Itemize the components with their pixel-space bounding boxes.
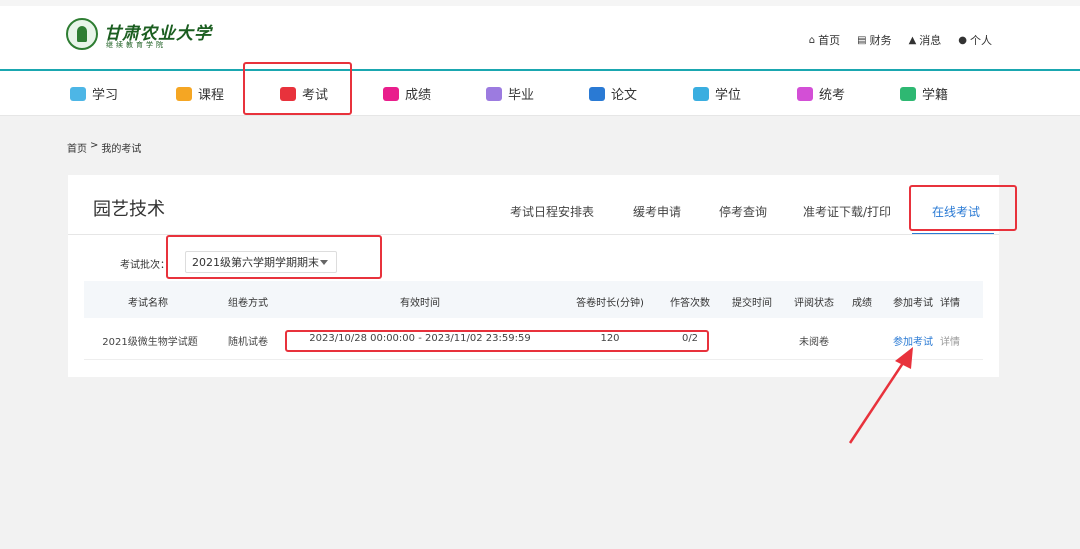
nav-item-label: 课程 bbox=[198, 88, 225, 103]
mortarboard-icon bbox=[693, 86, 709, 101]
join-exam-link[interactable]: 参加考试 bbox=[893, 333, 933, 348]
cell-review-status: 未阅卷 bbox=[799, 337, 829, 348]
col-submit-time: 提交时间 bbox=[732, 298, 772, 309]
finance-icon: ▤ bbox=[857, 34, 867, 46]
nav-item-label: 学习 bbox=[92, 88, 119, 103]
cell-duration: 120 bbox=[600, 333, 620, 344]
unified-exam-icon bbox=[797, 86, 813, 101]
exam-pencil-icon bbox=[280, 86, 296, 101]
top-link-label: 首页 bbox=[818, 34, 841, 47]
nav-item-student-status[interactable]: 学籍 bbox=[900, 71, 948, 116]
nav-item-study[interactable]: 学习 bbox=[70, 71, 118, 116]
nav-item-graduation[interactable]: 毕业 bbox=[486, 71, 534, 116]
exam-card: 园艺技术 考试日程安排表 缓考申请 停考查询 准考证下载/打印 在线考试 考试批… bbox=[68, 175, 999, 377]
col-method: 组卷方式 bbox=[228, 298, 268, 309]
top-link-personal[interactable]: ● 个人 bbox=[958, 32, 992, 48]
university-logo[interactable]: 甘肃农业大学 继续教育学院 bbox=[66, 16, 211, 52]
col-exam-name: 考试名称 bbox=[128, 298, 168, 309]
top-links: ⌂ 首页 ▤ 财务 ▲ 消息 ● 个人 bbox=[809, 32, 992, 48]
nav-item-degree[interactable]: 学位 bbox=[693, 71, 741, 116]
grade-100-icon bbox=[383, 86, 399, 101]
card-divider bbox=[68, 234, 999, 235]
book-icon bbox=[70, 86, 86, 101]
nav-item-label: 考试 bbox=[302, 88, 329, 103]
main-nav: 学习 课程 考试 成绩 毕业 论文 学位 统考 学籍 bbox=[0, 71, 1080, 116]
graduation-icon bbox=[486, 86, 502, 101]
course-icon bbox=[176, 86, 192, 101]
top-link-finance[interactable]: ▤ 财务 bbox=[857, 32, 891, 48]
home-icon: ⌂ bbox=[808, 34, 816, 46]
breadcrumb-separator: > bbox=[90, 140, 99, 151]
nav-item-thesis[interactable]: 论文 bbox=[589, 71, 637, 116]
tab-deferral-application[interactable]: 缓考申请 bbox=[633, 203, 681, 220]
table-row: 2021级微生物学试题 随机试卷 2023/10/28 00:00:00 - 2… bbox=[84, 318, 983, 360]
nav-item-label: 毕业 bbox=[508, 88, 535, 103]
top-link-label: 消息 bbox=[919, 34, 942, 47]
page-title: 园艺技术 bbox=[93, 199, 165, 220]
col-score: 成绩 bbox=[852, 298, 872, 309]
col-duration: 答卷时长(分钟) bbox=[576, 298, 644, 309]
top-link-label: 财务 bbox=[869, 34, 892, 47]
nav-item-label: 统考 bbox=[819, 88, 846, 103]
university-emblem-icon bbox=[66, 18, 98, 50]
batch-select[interactable]: 2021级第六学期学期期末 bbox=[185, 251, 337, 273]
col-review-status: 评阅状态 bbox=[794, 298, 834, 309]
nav-item-label: 学位 bbox=[715, 88, 742, 103]
tab-admission-ticket[interactable]: 准考证下载/打印 bbox=[803, 203, 891, 220]
top-link-home[interactable]: ⌂ 首页 bbox=[809, 32, 840, 48]
nav-item-label: 学籍 bbox=[922, 88, 949, 103]
cell-attempts: 0/2 bbox=[681, 333, 699, 344]
nav-item-courses[interactable]: 课程 bbox=[176, 71, 224, 116]
student-status-icon bbox=[900, 86, 916, 101]
detail-link[interactable]: 详情 bbox=[940, 333, 960, 348]
breadcrumb-home[interactable]: 首页 bbox=[67, 140, 87, 155]
col-detail: 详情 bbox=[940, 298, 960, 309]
tab-exam-schedule[interactable]: 考试日程安排表 bbox=[510, 203, 594, 220]
user-icon: ● bbox=[958, 34, 967, 46]
batch-select-value: 2021级第六学期学期期末 bbox=[192, 256, 319, 269]
breadcrumb-current: 我的考试 bbox=[101, 144, 142, 155]
top-link-label: 个人 bbox=[970, 34, 992, 47]
cell-method: 随机试卷 bbox=[228, 337, 268, 348]
cell-exam-name: 2021级微生物学试题 bbox=[102, 337, 198, 348]
logo-subtitle: 继续教育学院 bbox=[106, 41, 166, 49]
breadcrumb: 首页 > 我的考试 bbox=[67, 140, 141, 155]
batch-label: 考试批次： bbox=[120, 260, 170, 271]
bell-icon: ▲ bbox=[908, 34, 917, 46]
chevron-down-icon bbox=[320, 260, 328, 265]
nav-item-label: 论文 bbox=[611, 88, 638, 103]
col-valid-time: 有效时间 bbox=[400, 298, 440, 309]
nav-item-grades[interactable]: 成绩 bbox=[383, 71, 431, 116]
table-header: 考试名称 组卷方式 有效时间 答卷时长(分钟) 作答次数 提交时间 评阅状态 成… bbox=[84, 281, 983, 318]
tab-suspension-query[interactable]: 停考查询 bbox=[719, 203, 767, 220]
cell-valid-time: 2023/10/28 00:00:00 - 2023/11/02 23:59:5… bbox=[309, 333, 531, 344]
thesis-icon bbox=[589, 86, 605, 101]
nav-item-exams[interactable]: 考试 bbox=[280, 71, 328, 116]
tab-online-exam[interactable]: 在线考试 bbox=[932, 203, 980, 220]
nav-item-unified-exam[interactable]: 统考 bbox=[797, 71, 845, 116]
col-join: 参加考试 bbox=[893, 298, 933, 309]
col-attempts: 作答次数 bbox=[670, 298, 710, 309]
top-link-messages[interactable]: ▲ 消息 bbox=[909, 32, 942, 48]
site-header: 甘肃农业大学 继续教育学院 ⌂ 首页 ▤ 财务 ▲ 消息 ● 个人 bbox=[0, 6, 1080, 69]
nav-item-label: 成绩 bbox=[405, 88, 432, 103]
